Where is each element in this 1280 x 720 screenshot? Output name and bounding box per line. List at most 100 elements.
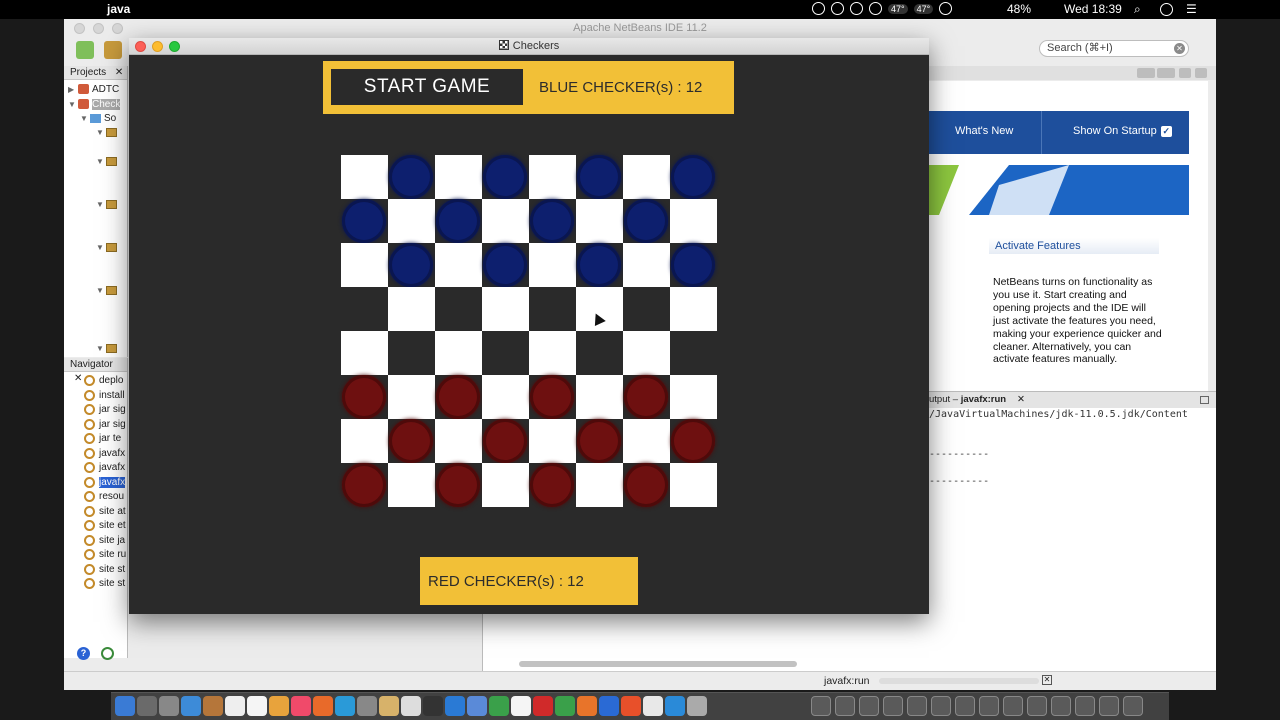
temp-indicator-1[interactable]: 47°: [888, 3, 908, 14]
red-checker-piece[interactable]: [483, 419, 527, 463]
board-square[interactable]: [576, 243, 623, 287]
navigator-item[interactable]: site at: [84, 505, 126, 517]
navigator-item[interactable]: site st: [84, 578, 125, 589]
settings-icon[interactable]: [850, 2, 863, 15]
board-square[interactable]: [341, 287, 388, 331]
board-square[interactable]: [435, 331, 482, 375]
close-output-icon[interactable]: ✕: [1017, 392, 1025, 408]
board-square[interactable]: [670, 243, 717, 287]
stop-task-icon[interactable]: ✕: [1042, 675, 1052, 685]
board-square[interactable]: [341, 375, 388, 419]
output-tab[interactable]: utput – javafx:run ✕: [929, 392, 1216, 408]
dock-app-icon[interactable]: [665, 696, 685, 716]
board-square[interactable]: [670, 463, 717, 507]
show-on-startup-toggle[interactable]: Show On Startup ✓: [1073, 125, 1172, 137]
red-checker-piece[interactable]: [342, 463, 386, 507]
red-checker-piece[interactable]: [624, 375, 668, 419]
dock-minimized-window-icon[interactable]: [1099, 696, 1119, 716]
dock-app-icon[interactable]: [379, 696, 399, 716]
dock-app-icon[interactable]: [577, 696, 597, 716]
blue-checker-piece[interactable]: [389, 155, 433, 199]
board-square[interactable]: [623, 375, 670, 419]
dock-minimized-window-icon[interactable]: [1003, 696, 1023, 716]
activate-features-heading[interactable]: Activate Features: [989, 238, 1159, 254]
dock-app-icon[interactable]: [357, 696, 377, 716]
board-square[interactable]: [623, 199, 670, 243]
dock-minimized-window-icon[interactable]: [859, 696, 879, 716]
scroll-right-button[interactable]: [1157, 68, 1175, 78]
blue-checker-piece[interactable]: [671, 243, 715, 287]
scroll-left-button[interactable]: [1137, 68, 1155, 78]
checkbox-checked-icon[interactable]: ✓: [1160, 125, 1172, 137]
tab-list-button[interactable]: [1179, 68, 1191, 78]
gear-icon[interactable]: [101, 647, 114, 660]
red-checker-piece[interactable]: [671, 419, 715, 463]
dock-minimized-window-icon[interactable]: [1075, 696, 1095, 716]
board-square[interactable]: [482, 287, 529, 331]
dock-app-icon[interactable]: [643, 696, 663, 716]
board-square[interactable]: [341, 199, 388, 243]
board-square[interactable]: [341, 243, 388, 287]
dock-app-icon[interactable]: [533, 696, 553, 716]
board-square[interactable]: [435, 243, 482, 287]
navigator-item[interactable]: site ja: [84, 534, 125, 546]
blue-checker-piece[interactable]: [577, 155, 621, 199]
start-game-button[interactable]: START GAME: [331, 69, 523, 105]
dock-app-icon[interactable]: [621, 696, 641, 716]
board-square[interactable]: [529, 287, 576, 331]
blue-checker-piece[interactable]: [342, 199, 386, 243]
dock-minimized-window-icon[interactable]: [907, 696, 927, 716]
board-square[interactable]: [576, 419, 623, 463]
new-project-icon[interactable]: [104, 41, 122, 59]
navigator-item[interactable]: deplo: [84, 375, 123, 386]
blue-checker-piece[interactable]: [671, 155, 715, 199]
red-checker-piece[interactable]: [624, 463, 668, 507]
navigator-item[interactable]: javafx: [84, 462, 125, 473]
board-square[interactable]: [670, 155, 717, 199]
battery-percent[interactable]: 48%: [1007, 2, 1031, 16]
board-square[interactable]: [388, 243, 435, 287]
blue-checker-piece[interactable]: [436, 199, 480, 243]
red-checker-piece[interactable]: [577, 419, 621, 463]
dock-app-icon[interactable]: [225, 696, 245, 716]
dock-app-icon[interactable]: [137, 696, 157, 716]
board-square[interactable]: [435, 287, 482, 331]
board-square[interactable]: [576, 199, 623, 243]
navigator-item[interactable]: javafx: [84, 476, 126, 488]
board-square[interactable]: [482, 463, 529, 507]
dock-app-icon[interactable]: [313, 696, 333, 716]
board-square[interactable]: [435, 463, 482, 507]
board-square[interactable]: [388, 331, 435, 375]
dock-app-icon[interactable]: [401, 696, 421, 716]
board-square[interactable]: [670, 375, 717, 419]
board-square[interactable]: [529, 419, 576, 463]
dock-app-icon[interactable]: [115, 696, 135, 716]
board-square[interactable]: [623, 419, 670, 463]
navigator-tab[interactable]: Navigator ✕: [64, 358, 127, 384]
blue-checker-piece[interactable]: [624, 199, 668, 243]
dock-app-icon[interactable]: [599, 696, 619, 716]
board-square[interactable]: [388, 155, 435, 199]
board-square[interactable]: [341, 463, 388, 507]
new-file-icon[interactable]: [76, 41, 94, 59]
dock-minimized-window-icon[interactable]: [931, 696, 951, 716]
blue-checker-piece[interactable]: [389, 243, 433, 287]
check-icon[interactable]: [831, 2, 844, 15]
tree-item-package[interactable]: ▼: [96, 127, 120, 138]
dock-app-icon[interactable]: [269, 696, 289, 716]
horizontal-scrollbar[interactable]: [519, 661, 797, 667]
tree-item-package[interactable]: ▼: [96, 199, 120, 210]
checkers-board[interactable]: [341, 155, 717, 507]
board-square[interactable]: [435, 199, 482, 243]
ide-search-input[interactable]: Search (⌘+I) ✕: [1039, 40, 1189, 57]
siri-icon[interactable]: [1160, 3, 1173, 16]
projects-tab[interactable]: Projects ✕: [64, 66, 127, 80]
board-square[interactable]: [576, 287, 623, 331]
board-square[interactable]: [482, 419, 529, 463]
board-square[interactable]: [576, 463, 623, 507]
board-square[interactable]: [623, 287, 670, 331]
blue-checker-piece[interactable]: [577, 243, 621, 287]
navigator-item[interactable]: jar te: [84, 433, 121, 444]
board-square[interactable]: [529, 155, 576, 199]
navigator-item[interactable]: site ru: [84, 549, 126, 560]
